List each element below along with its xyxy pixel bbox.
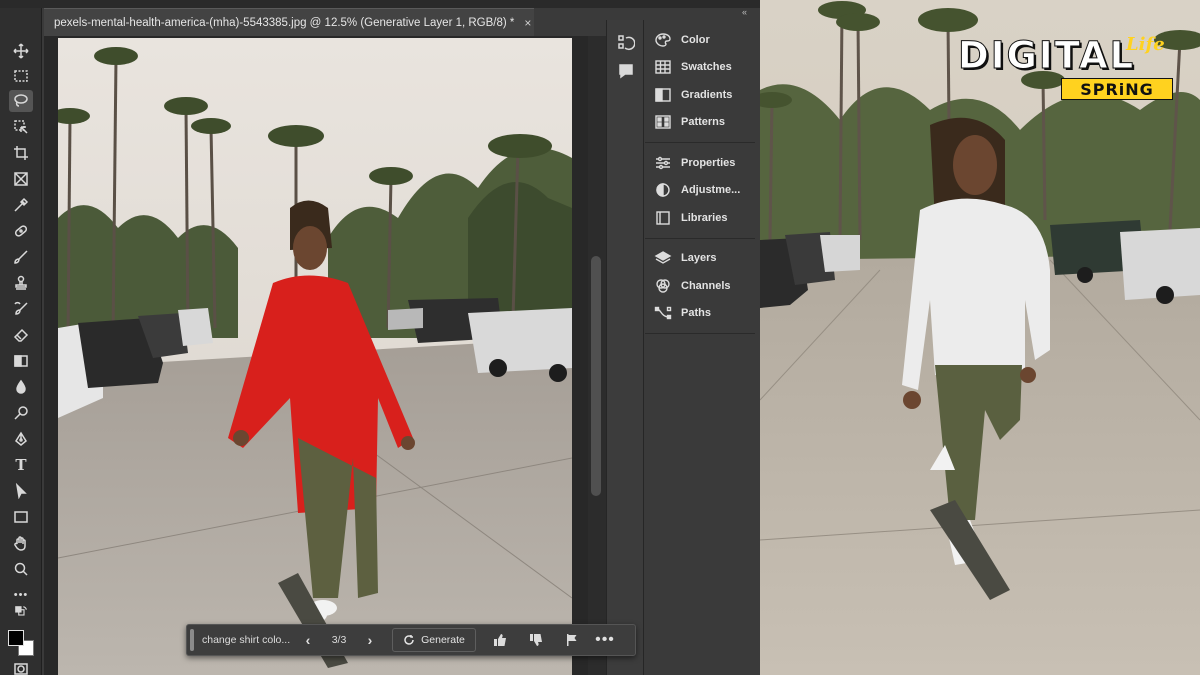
libraries-icon [656,211,670,225]
photoshop-workspace: » « T ••• pexels-mental-health-america-(… [0,0,760,675]
panel-patterns[interactable]: Patterns [645,109,755,137]
panel-paths[interactable]: Paths [645,300,755,328]
hand-tool-icon[interactable] [9,532,33,554]
canvas-area [44,36,604,675]
eyedropper-tool-icon[interactable] [9,194,33,216]
history-icon[interactable] [617,34,636,52]
drag-handle[interactable] [190,629,194,651]
zoom-tool-icon[interactable] [9,558,33,580]
panel-group-layers: Layers Channels Paths [645,239,755,334]
next-variation-button[interactable]: › [356,632,384,648]
digital-life-spring-logo: DIGITAL Life SPRiNG [957,34,1178,104]
panel-properties[interactable]: Properties [645,149,755,177]
logo-spring-badge: SPRiNG [1061,78,1173,100]
panel-swatches[interactable]: Swatches [645,54,755,82]
color-icon [655,33,671,47]
properties-icon [656,156,670,169]
panels-column: Color Swatches Gradients Patterns Proper… [645,20,755,675]
default-colors-icon[interactable] [9,605,33,619]
vertical-scrollbar[interactable] [588,36,606,675]
blur-tool-icon[interactable] [9,376,33,398]
panel-channels[interactable]: Channels [645,272,755,300]
type-tool-icon[interactable]: T [9,454,33,476]
close-document-icon[interactable]: × [524,16,531,30]
pen-tool-icon[interactable] [9,428,33,450]
variation-counter: 3/3 [331,634,347,646]
comments-icon[interactable] [617,62,635,80]
adjustments-icon [656,183,670,197]
scrollbar-thumb[interactable] [591,256,601,496]
more-tools-icon[interactable]: ••• [9,584,33,606]
move-tool-icon[interactable] [9,40,33,62]
edited-photo [58,38,572,675]
document-tab[interactable]: pexels-mental-health-america-(mha)-55433… [44,8,534,36]
generate-icon [404,635,414,645]
panel-layers[interactable]: Layers [645,245,755,273]
frame-tool-icon[interactable] [9,168,33,190]
panel-icon-column [606,20,644,675]
crop-tool-icon[interactable] [9,142,33,164]
swatches-icon [655,60,671,74]
panel-gradients[interactable]: Gradients [645,81,755,109]
panel-group-properties: Properties Adjustme... Libraries [645,143,755,239]
collapse-panels-icon[interactable]: « [742,7,747,17]
previous-variation-button[interactable]: ‹ [294,632,322,648]
panel-adjustments[interactable]: Adjustme... [645,177,755,205]
document-title: pexels-mental-health-america-(mha)-55433… [54,16,515,29]
object-selection-tool-icon[interactable] [9,116,33,138]
panel-color[interactable]: Color [645,26,755,54]
path-selection-tool-icon[interactable] [9,480,33,502]
tools-panel: T ••• [0,8,42,675]
brush-tool-icon[interactable] [9,246,33,268]
foreground-color-swatch[interactable] [8,630,24,646]
thumbs-down-icon[interactable] [518,633,554,647]
generate-button[interactable]: Generate [392,628,476,652]
quick-mask-icon[interactable] [9,658,33,675]
thumbs-up-icon[interactable] [482,633,518,647]
marquee-tool-icon[interactable] [9,65,33,87]
gradients-icon [655,88,671,102]
history-brush-tool-icon[interactable] [9,298,33,320]
logo-life-text: Life [1126,34,1165,55]
panel-libraries[interactable]: Libraries [645,204,755,232]
more-options-icon[interactable]: ••• [590,631,620,649]
layers-icon [654,251,672,265]
panel-group-color: Color Swatches Gradients Patterns [645,20,755,143]
generate-label: Generate [421,634,465,646]
patterns-icon [655,115,671,129]
generative-fill-bar: change shirt colo... ‹ 3/3 › Generate ••… [186,624,636,656]
channels-icon [656,279,670,293]
generative-prompt-field[interactable]: change shirt colo... [202,634,294,646]
gradient-tool-icon[interactable] [9,350,33,372]
top-strip: » « [0,0,760,17]
lasso-tool-icon[interactable] [9,90,33,112]
logo-digital-text: DIGITAL [957,34,1136,78]
rectangle-tool-icon[interactable] [9,506,33,528]
document-canvas[interactable] [58,38,572,675]
clone-stamp-tool-icon[interactable] [9,272,33,294]
spot-healing-tool-icon[interactable] [9,220,33,242]
dodge-tool-icon[interactable] [9,402,33,424]
eraser-tool-icon[interactable] [9,324,33,346]
paths-icon [654,307,672,320]
report-flag-icon[interactable] [554,633,590,647]
